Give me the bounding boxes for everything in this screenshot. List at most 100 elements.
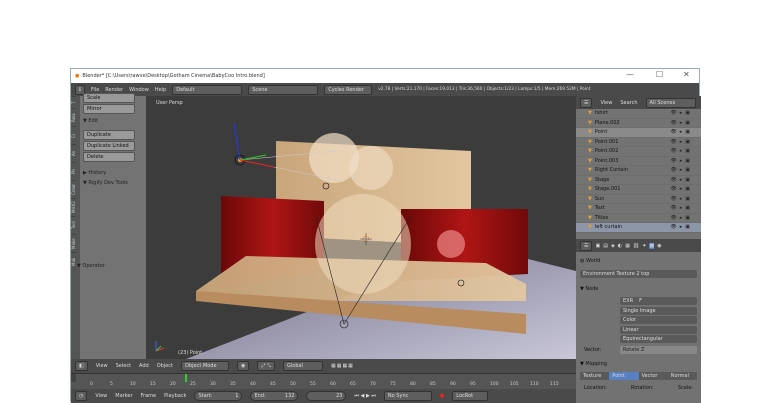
add-menu[interactable]: Add (139, 363, 149, 369)
gizmo-z-axis[interactable] (233, 122, 241, 161)
tab[interactable]: Mak (71, 252, 76, 270)
maximize-button[interactable]: ☐ (656, 70, 663, 79)
outliner-view-menu[interactable]: View (600, 100, 612, 106)
operator-panel-header[interactable]: ▼ Operator (77, 263, 129, 269)
3d-viewport[interactable]: User Persp (23) Point (146, 96, 576, 359)
menu-window[interactable]: Window (129, 87, 149, 93)
delete-button[interactable]: Delete (83, 152, 135, 162)
object-tab-icon[interactable]: ▦ (625, 243, 630, 249)
menu-help[interactable]: Help (155, 87, 166, 93)
render-engine-select[interactable]: Cycles Render (324, 84, 373, 95)
mapping-point-tab[interactable]: Point (609, 372, 639, 380)
vector-select[interactable]: Rotate Z (620, 346, 697, 354)
texture-select[interactable]: Environment Texture 2 top (580, 270, 697, 278)
layers-grid[interactable]: ▦▦▦▦ (331, 363, 354, 369)
visibility-icons[interactable]: 👁▸▣ (670, 148, 693, 154)
outliner-item[interactable]: ▼ left curtain 👁▸▣ (576, 223, 701, 233)
data-tab-icon[interactable]: ✦ (642, 243, 646, 249)
outliner-item[interactable]: ▼ Stage.001 👁▸▣ (576, 185, 701, 195)
record-button[interactable]: ● (440, 393, 444, 399)
outliner-item[interactable]: ▼ Right Curtain 👁▸▣ (576, 166, 701, 176)
sync-select[interactable]: No Sync (383, 391, 432, 401)
pivot-select[interactable]: ◉ (237, 361, 250, 371)
scale-button[interactable]: Scale (83, 93, 135, 103)
fake-user-button[interactable]: F (639, 298, 642, 304)
tab[interactable]: Creat (71, 180, 76, 198)
node-panel-header[interactable]: ▼ Node (580, 286, 697, 292)
keying-set-select[interactable]: LocRot (452, 391, 489, 401)
outliner-item[interactable]: ▼ tshirt 👁▸▣ (576, 109, 701, 119)
close-button[interactable]: ✕ (683, 70, 690, 79)
editor-type-icon[interactable]: ◷ (75, 391, 88, 401)
outliner-item[interactable]: ▼ Point.003 👁▸▣ (576, 157, 701, 166)
interpolation-select[interactable]: Linear (620, 325, 697, 334)
outliner-item[interactable]: ▼ Titles 👁▸▣ (576, 214, 701, 223)
visibility-icons[interactable]: 👁▸▣ (670, 177, 693, 183)
editor-type-icon[interactable]: ◧ (75, 361, 88, 371)
outliner-item[interactable]: ▼ Plane.002 👁▸▣ (576, 119, 701, 128)
minimize-button[interactable]: — (626, 70, 634, 79)
gizmo-y-axis[interactable] (239, 154, 267, 161)
outliner-type-icon[interactable]: ☰ (580, 97, 593, 108)
duplicate-button[interactable]: Duplicate (83, 130, 135, 140)
end-frame-field[interactable]: End: 132 (250, 391, 299, 401)
visibility-icons[interactable]: 👁▸▣ (670, 158, 693, 164)
outliner-item[interactable]: ▼ Point 👁▸▣ (576, 128, 701, 138)
menu-file[interactable]: File (91, 87, 99, 93)
duplicate-linked-button[interactable]: Duplicate Linked (83, 141, 135, 151)
visibility-icons[interactable]: 👁▸▣ (670, 205, 693, 211)
constraints-tab-icon[interactable]: ⛓ (633, 243, 639, 249)
visibility-icons[interactable]: 👁▸▣ (670, 110, 693, 116)
tab[interactable]: Ph (71, 162, 76, 180)
tab[interactable]: Cr (71, 126, 76, 144)
visibility-icons[interactable]: 👁▸▣ (670, 139, 693, 145)
visibility-icons[interactable]: 👁▸▣ (670, 224, 693, 230)
gizmo-x-axis[interactable] (239, 159, 275, 168)
mirror-button[interactable]: Mirror (83, 104, 135, 114)
select-menu[interactable]: Select (116, 363, 131, 369)
outliner-item[interactable]: ▼ Stage 👁▸▣ (576, 176, 701, 185)
tab[interactable]: An (71, 144, 76, 162)
orientation-select[interactable]: Global (283, 361, 323, 371)
texture-tab-icon[interactable]: ▩ (649, 242, 655, 249)
edit-panel-header[interactable]: ▼ Edit (83, 118, 135, 124)
source-select[interactable]: Single Image (620, 306, 697, 315)
projection-select[interactable]: Equirectangular (620, 335, 697, 343)
mode-select[interactable]: Object Mode (181, 361, 230, 371)
history-panel-header[interactable]: ▶ History (83, 170, 135, 176)
mapping-vector-tab[interactable]: Vector (638, 372, 668, 380)
outliner-item[interactable]: ▼ Sun 👁▸▣ (576, 195, 701, 204)
visibility-icons[interactable]: 👁▸▣ (670, 167, 693, 173)
playback-controls[interactable]: ⏮ ◀ ▶ ⏭ (354, 393, 375, 399)
scene-select[interactable]: Scene (248, 84, 319, 95)
mapping-texture-tab[interactable]: Texture (580, 372, 610, 380)
current-frame-marker[interactable] (185, 374, 187, 382)
outliner-item[interactable]: ▼ Point.001 👁▸▣ (576, 138, 701, 147)
current-frame-field[interactable]: 23 (306, 391, 347, 401)
outliner-filter-select[interactable]: All Scenes (645, 97, 696, 108)
visibility-icons[interactable]: 👁▸▣ (670, 129, 693, 135)
start-frame-field[interactable]: Start: 1 (194, 391, 243, 401)
tl-view-menu[interactable]: View (95, 393, 107, 399)
tab[interactable]: Make (71, 234, 76, 252)
manipulator-toggle[interactable]: ⤢ ⤡ (257, 361, 275, 371)
outliner-search-menu[interactable]: Search (620, 100, 637, 106)
visibility-icons[interactable]: 👁▸▣ (670, 186, 693, 192)
color-select[interactable]: Color (620, 316, 697, 324)
menu-render[interactable]: Render (105, 87, 123, 93)
tab[interactable]: MHX2 (71, 198, 76, 216)
visibility-icons[interactable]: 👁▸▣ (670, 120, 693, 126)
playback-menu[interactable]: Playback (164, 393, 186, 399)
visibility-icons[interactable]: 👁▸▣ (670, 196, 693, 202)
properties-type-icon[interactable]: ☰ (580, 240, 593, 251)
marker-menu[interactable]: Marker (115, 393, 132, 399)
layout-select[interactable]: Default (172, 84, 243, 95)
scene-render[interactable] (146, 96, 576, 359)
physics-tab-icon[interactable]: ◉ (657, 243, 661, 249)
render-tab-icon[interactable]: ▣ (595, 243, 600, 249)
object-menu[interactable]: Object (157, 363, 173, 369)
frame-menu[interactable]: Frame (141, 393, 157, 399)
tab[interactable]: Rela (71, 108, 76, 126)
outliner-item[interactable]: ▼ Point.002 👁▸▣ (576, 147, 701, 157)
world-tab-icon[interactable]: ◐ (618, 243, 622, 249)
